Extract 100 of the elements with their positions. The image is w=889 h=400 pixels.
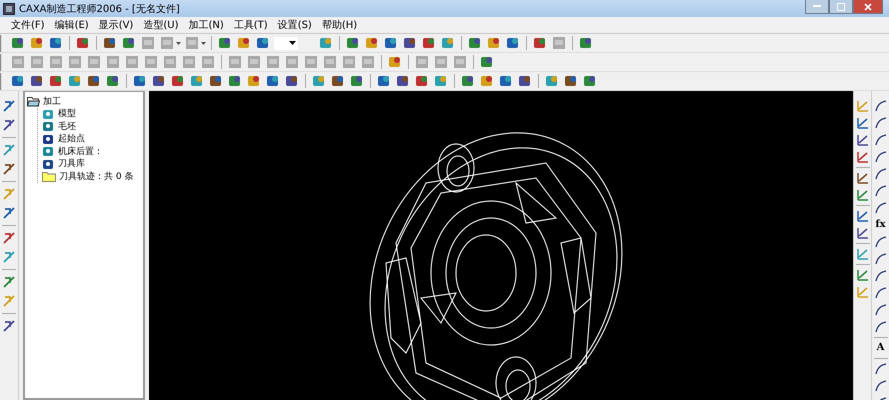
tool-icon[interactable]: [498, 73, 514, 89]
tree-node-icon: [42, 132, 55, 145]
tree-node-icon: [42, 145, 55, 158]
tool-icon[interactable]: [10, 35, 26, 51]
tool-icon[interactable]: [856, 209, 870, 223]
tool-icon[interactable]: [364, 35, 380, 51]
tool-icon[interactable]: [563, 73, 579, 89]
tool-icon[interactable]: [517, 73, 533, 89]
menu-item[interactable]: 编辑(E): [52, 18, 92, 32]
tool-icon[interactable]: [874, 269, 888, 283]
menu-item[interactable]: 加工(N): [185, 18, 227, 32]
maximize-icon: [837, 2, 845, 10]
tool-icon[interactable]: [856, 226, 870, 240]
tool-icon[interactable]: [227, 73, 243, 89]
tool-icon[interactable]: [874, 150, 888, 164]
tool-icon[interactable]: [105, 73, 121, 89]
tool-icon[interactable]: [582, 73, 598, 89]
menu-item[interactable]: 显示(V): [96, 18, 136, 32]
tool-icon[interactable]: [2, 319, 16, 333]
tree-item[interactable]: 起始点: [42, 132, 141, 145]
tool-icon[interactable]: [2, 162, 16, 176]
tool-icon[interactable]: [421, 35, 437, 51]
tool-icon[interactable]: [874, 116, 888, 130]
tool-icon[interactable]: [874, 167, 888, 181]
tool-icon[interactable]: [479, 54, 495, 70]
tool-icon[interactable]: [29, 35, 45, 51]
tool-icon[interactable]: [383, 35, 399, 51]
tool-button[interactable]: A: [876, 341, 884, 355]
tool-icon[interactable]: [856, 171, 870, 185]
caret-icon[interactable]: [176, 42, 181, 44]
tree-item[interactable]: 加工: [27, 95, 141, 108]
menu-item[interactable]: 设置(S): [274, 18, 315, 32]
tool-icon[interactable]: [29, 73, 45, 89]
tool-icon[interactable]: [236, 35, 252, 51]
tool-icon[interactable]: [874, 235, 888, 249]
menu-item[interactable]: 文件(F): [8, 18, 48, 32]
tool-icon[interactable]: [874, 201, 888, 215]
tool-button[interactable]: fx: [875, 218, 886, 232]
tree-node-icon: [42, 108, 55, 120]
tree-node-icon: [42, 120, 55, 132]
tool-icon[interactable]: [75, 35, 91, 51]
tool-icon[interactable]: [246, 73, 262, 89]
tool-icon[interactable]: [48, 35, 64, 51]
tool-icon[interactable]: [2, 206, 16, 220]
minimize-button[interactable]: [805, 0, 829, 14]
tool-icon[interactable]: [102, 35, 118, 51]
tool-icon[interactable]: [467, 35, 483, 51]
tool-icon[interactable]: [479, 73, 495, 89]
menu-item[interactable]: 造型(U): [140, 18, 182, 32]
tree-item[interactable]: 刀具轨迹：共 0 条: [42, 170, 141, 182]
tree-item[interactable]: 模型: [42, 108, 141, 120]
tool-icon[interactable]: [414, 73, 430, 89]
tool-icon[interactable]: [874, 379, 888, 393]
tool-icon[interactable]: [402, 35, 418, 51]
tool-icon[interactable]: [217, 35, 233, 51]
tool-icon[interactable]: [856, 116, 870, 130]
tool-icon[interactable]: [2, 118, 16, 132]
tool-icon[interactable]: [874, 133, 888, 147]
tool-icon[interactable]: [874, 99, 888, 113]
tool-icon[interactable]: [48, 73, 64, 89]
tree-item[interactable]: 毛坯: [42, 120, 141, 132]
tool-icon[interactable]: [578, 35, 594, 51]
tool-icon[interactable]: [874, 320, 888, 334]
menu-item[interactable]: 工具(T): [230, 18, 271, 32]
tool-icon[interactable]: [376, 73, 392, 89]
tool-icon[interactable]: [532, 35, 548, 51]
tool-icon[interactable]: [151, 73, 167, 89]
tool-icon[interactable]: [330, 73, 346, 89]
tool-icon[interactable]: [132, 73, 148, 89]
maximize-button[interactable]: [829, 0, 853, 14]
tool-icon[interactable]: [874, 362, 888, 376]
tool-icon[interactable]: [208, 73, 224, 89]
tool-icon[interactable]: [874, 286, 888, 300]
tree-item[interactable]: 机床后置：: [42, 145, 141, 158]
close-button[interactable]: [853, 0, 883, 14]
tool-icon[interactable]: [265, 73, 281, 89]
tool-icon[interactable]: [874, 252, 888, 266]
tool-icon[interactable]: [856, 133, 870, 147]
tool-icon[interactable]: [874, 303, 888, 317]
tool-icon[interactable]: [505, 35, 521, 51]
color-dropdown[interactable]: [274, 36, 298, 50]
tool-icon[interactable]: [387, 54, 403, 70]
tool-icon[interactable]: [395, 73, 411, 89]
tool-icon[interactable]: [2, 231, 16, 245]
tool-icon[interactable]: [284, 73, 300, 89]
tool-icon[interactable]: [349, 73, 365, 89]
tool-icon[interactable]: [460, 73, 476, 89]
tool-icon[interactable]: [2, 99, 16, 113]
tool-icon[interactable]: [10, 73, 26, 89]
tool-icon[interactable]: [170, 73, 186, 89]
tool-icon[interactable]: [345, 35, 361, 51]
menu-item[interactable]: 帮助(H): [318, 18, 360, 32]
tool-icon[interactable]: [486, 35, 502, 51]
tool-icon[interactable]: [86, 73, 102, 89]
caret-icon[interactable]: [201, 42, 206, 44]
tool-icon[interactable]: [856, 150, 870, 164]
tool-icon[interactable]: [874, 184, 888, 198]
tree-item[interactable]: 刀具库: [42, 158, 141, 170]
tool-icon[interactable]: [121, 35, 137, 51]
tool-icon[interactable]: [255, 35, 271, 51]
